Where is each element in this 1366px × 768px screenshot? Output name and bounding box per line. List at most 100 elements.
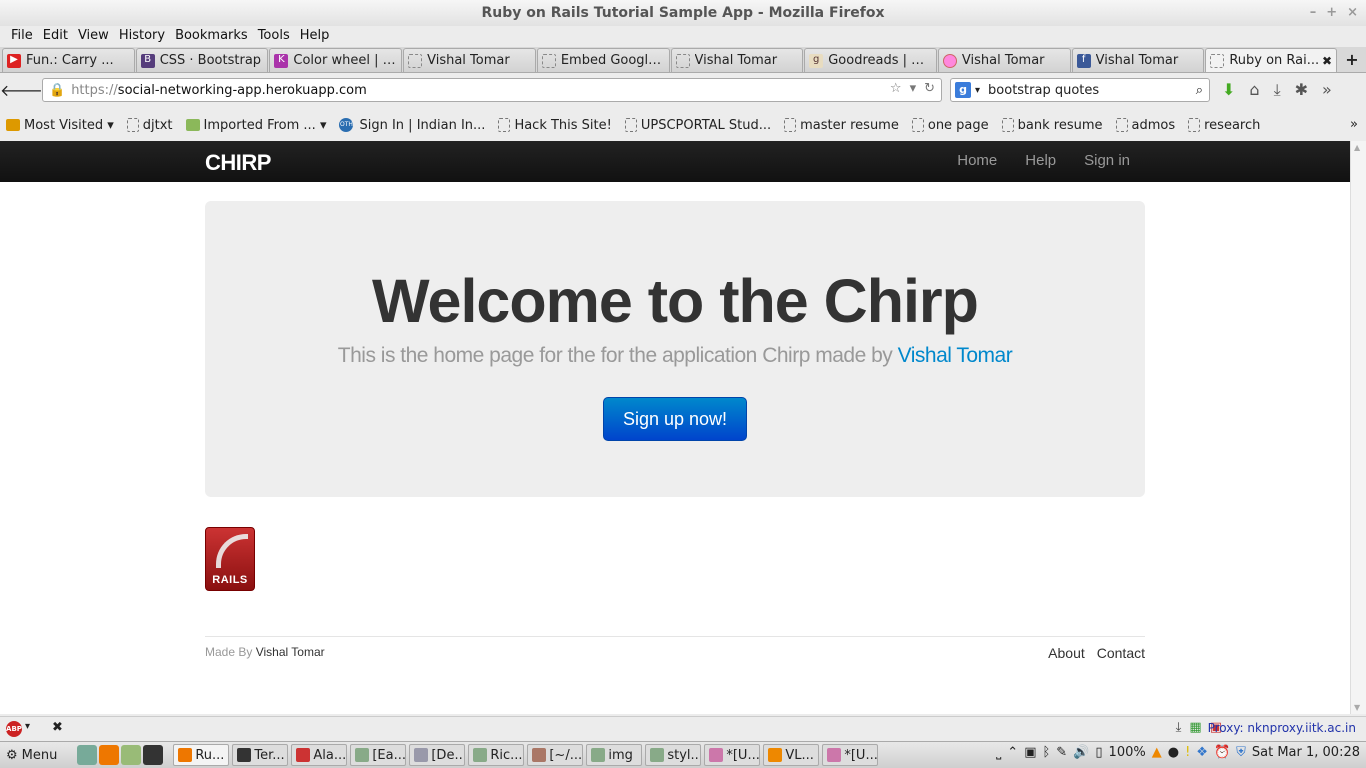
shield-icon[interactable]: ⛨	[1236, 745, 1246, 760]
firefox-launcher-icon[interactable]	[99, 745, 120, 765]
tab-7[interactable]: Vishal Tomar	[937, 48, 1071, 72]
taskbar-item[interactable]: Ru...	[173, 744, 230, 766]
bookmark-upscportal[interactable]: UPSCPORTAL Stud...	[624, 118, 771, 133]
clock[interactable]: Sat Mar 1, 00:28	[1252, 745, 1360, 760]
menu-history[interactable]: History	[114, 26, 170, 46]
addon-icon[interactable]: ✱	[1295, 80, 1308, 100]
network-monitor-icon[interactable]: ▦	[1189, 720, 1201, 735]
bookmark-one-page[interactable]: one page	[911, 118, 989, 133]
scroll-down-icon[interactable]: ▼	[1354, 703, 1360, 712]
tab-8[interactable]: f Vishal Tomar	[1071, 48, 1205, 72]
vertical-scrollbar[interactable]: ▲ ▼	[1350, 141, 1366, 714]
scroll-up-icon[interactable]: ▲	[1354, 143, 1360, 152]
close-addon-bar-icon[interactable]: ✖	[52, 720, 63, 735]
footer-contact-link[interactable]: Contact	[1097, 645, 1145, 661]
bookmark-star-icon[interactable]: ☆	[890, 81, 902, 96]
taskbar-item[interactable]: Ala...	[291, 744, 348, 766]
author-link[interactable]: Vishal Tomar	[898, 344, 1013, 367]
tab-9[interactable]: Ruby on Rai... ✖	[1205, 48, 1338, 72]
volume-icon[interactable]: 🔊	[1073, 745, 1089, 760]
taskbar-item[interactable]: styl...	[645, 744, 702, 766]
taskbar-item[interactable]: Ric...	[468, 744, 525, 766]
close-icon[interactable]: ×	[1347, 0, 1358, 26]
adblock-icon[interactable]: ABP	[6, 721, 22, 737]
menu-edit[interactable]: Edit	[38, 26, 73, 46]
site-logo[interactable]: CHIRP	[205, 150, 271, 176]
footer-about-link[interactable]: About	[1048, 645, 1085, 661]
menu-chevron-icon[interactable]: »	[1322, 80, 1332, 100]
tab-2[interactable]: K Color wheel | C...	[269, 48, 403, 72]
download-arrow-icon[interactable]: ⬇	[1222, 80, 1235, 100]
taskbar-item[interactable]: *[U...	[822, 744, 879, 766]
bookmarks-overflow-icon[interactable]: »	[1350, 117, 1358, 132]
tray-expand-icon[interactable]: ⌃	[1007, 745, 1018, 760]
bluetooth-icon[interactable]: ᛒ	[1042, 745, 1050, 760]
menu-bookmarks[interactable]: Bookmarks	[170, 26, 253, 46]
url-bar[interactable]: 🔒 https://social-networking-app.herokuap…	[42, 78, 942, 102]
search-input[interactable]: bootstrap quotes	[988, 83, 1196, 98]
footer-author-link[interactable]: Vishal Tomar	[256, 645, 325, 659]
taskbar-item[interactable]: [~/...	[527, 744, 584, 766]
bookmark-admos[interactable]: admos	[1115, 118, 1175, 133]
adblock-dropdown-icon[interactable]: ▾	[25, 721, 30, 732]
minimize-icon[interactable]: –	[1310, 0, 1317, 26]
dropbox-icon[interactable]: ❖	[1196, 745, 1208, 760]
bookmark-sign-in[interactable]: OTH Sign In | Indian In...	[339, 118, 485, 133]
drop-icon[interactable]: ●	[1168, 745, 1179, 760]
bookmark-master-resume[interactable]: master resume	[784, 118, 899, 133]
bookmark-most-visited[interactable]: Most Visited ▾	[6, 118, 114, 133]
nav-sign-in-link[interactable]: Sign in	[1084, 152, 1130, 169]
downloads-icon[interactable]: ⤓	[1274, 80, 1281, 100]
new-tab-icon[interactable]: +	[1338, 48, 1366, 72]
taskbar-item[interactable]: [De...	[409, 744, 466, 766]
alarm-clock-icon[interactable]: ⏰	[1214, 745, 1230, 760]
bookmark-hack-this-site[interactable]: Hack This Site!	[498, 118, 612, 133]
tab-1[interactable]: B CSS · Bootstrap	[135, 48, 269, 72]
nav-home-link[interactable]: Home	[957, 152, 997, 169]
battery-icon[interactable]: ▯	[1095, 745, 1102, 760]
home-icon[interactable]: ⌂	[1249, 80, 1259, 100]
menu-view[interactable]: View	[73, 26, 114, 46]
taskbar-item[interactable]: VL...	[763, 744, 820, 766]
pen-icon[interactable]: ✎	[1056, 745, 1067, 760]
rails-logo[interactable]: RAILS	[205, 527, 255, 591]
bookmark-djtxt[interactable]: djtxt	[126, 118, 173, 133]
tab-4[interactable]: Embed Google...	[536, 48, 670, 72]
history-dropdown-icon[interactable]: ▾	[910, 81, 917, 96]
vlc-tray-icon[interactable]: ▲	[1152, 745, 1162, 760]
terminal-launcher-icon[interactable]	[143, 745, 164, 765]
taskbar-item[interactable]: Ter...	[232, 744, 289, 766]
nav-help-link[interactable]: Help	[1025, 152, 1056, 169]
tab-6[interactable]: g Goodreads | Q...	[804, 48, 937, 72]
download-status-icon[interactable]: ⤓	[1176, 720, 1182, 735]
taskbar-item[interactable]: *[U...	[704, 744, 761, 766]
system-tray: ⎵ ⌃ ▣ ᛒ ✎ 🔊 ▯ 100% ▲ ● ! ❖ ⏰ ⛨ Sat Mar 1…	[996, 745, 1360, 760]
close-tab-icon[interactable]: ✖	[1322, 54, 1332, 68]
tab-3[interactable]: Vishal Tomar	[403, 48, 536, 72]
search-icon[interactable]: ⌕	[1196, 83, 1203, 98]
taskbar-item[interactable]: [Ea...	[350, 744, 407, 766]
proxy-status[interactable]: Proxy: nknproxy.iitk.ac.in	[1208, 721, 1356, 735]
taskbar-item[interactable]: img	[586, 744, 643, 766]
files-launcher-icon[interactable]	[121, 745, 142, 765]
bookmark-imported[interactable]: Imported From ... ▾	[185, 118, 326, 133]
tab-5[interactable]: Vishal Tomar	[670, 48, 804, 72]
tab-0[interactable]: ▶ Fun.: Carry ...	[2, 48, 135, 72]
menu-help[interactable]: Help	[295, 26, 335, 46]
reload-icon[interactable]: ↻	[924, 81, 935, 96]
sign-up-button[interactable]: Sign up now!	[603, 397, 747, 441]
menu-file[interactable]: File	[6, 26, 38, 46]
search-bar[interactable]: g ▾ bootstrap quotes ⌕	[950, 78, 1210, 102]
google-icon[interactable]: g	[955, 82, 971, 98]
warning-icon[interactable]: !	[1185, 745, 1190, 760]
maximize-icon[interactable]: +	[1326, 0, 1337, 26]
start-menu-button[interactable]: ⚙ Menu	[0, 748, 63, 763]
search-engine-dropdown-icon[interactable]: ▾	[975, 85, 980, 96]
bookmark-research[interactable]: research	[1188, 118, 1260, 133]
keyboard-icon[interactable]: ⎵	[996, 745, 1001, 760]
bookmark-bank-resume[interactable]: bank resume	[1001, 118, 1103, 133]
network-icon[interactable]: ▣	[1024, 745, 1036, 760]
show-desktop-icon[interactable]	[77, 745, 98, 765]
menu-tools[interactable]: Tools	[253, 26, 295, 46]
back-arrow-icon[interactable]: 🡐	[0, 80, 43, 100]
